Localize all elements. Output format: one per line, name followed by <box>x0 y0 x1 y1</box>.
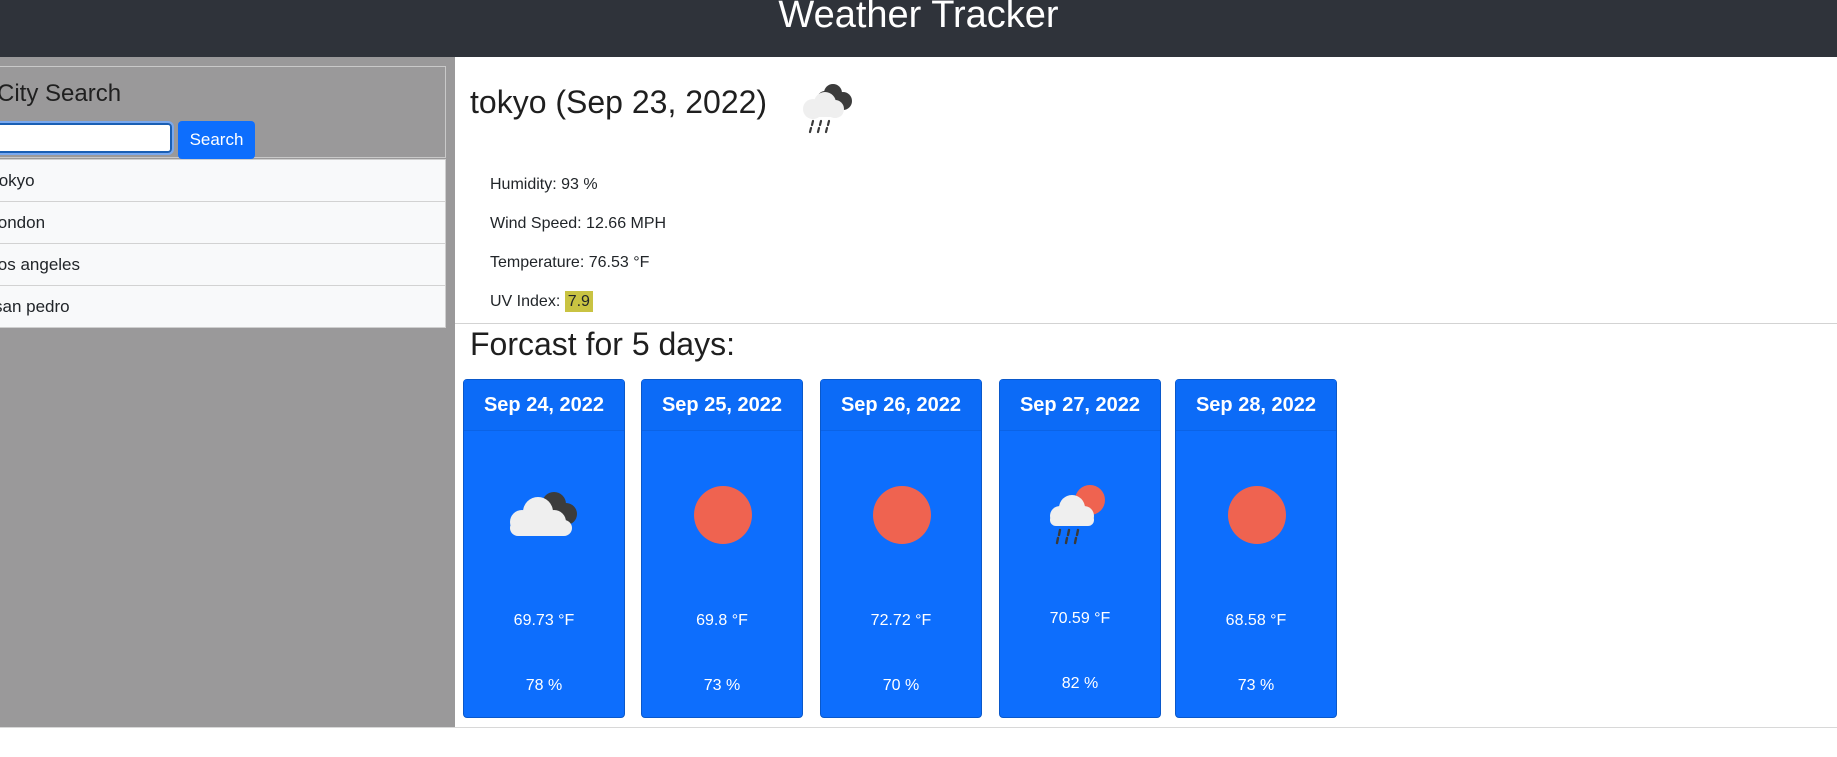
forecast-card: Sep 27, 2022 70.59 °F 82 % <box>999 379 1161 718</box>
uv-index-row: UV Index: 7.9 <box>490 291 593 312</box>
forecast-title: Forcast for 5 days: <box>470 326 735 362</box>
sun-rain-icon <box>1050 485 1105 545</box>
uv-index-badge: 7.9 <box>564 291 593 312</box>
wind-speed-text: Wind Speed: 12.66 MPH <box>490 215 667 232</box>
sun-icon <box>873 486 931 544</box>
forecast-card: Sep 26, 2022 72.72 °F 70 % <box>820 379 982 718</box>
rain-cloud-icon <box>803 84 852 134</box>
city-search-input[interactable] <box>0 121 174 155</box>
forecast-date: Sep 26, 2022 <box>821 380 981 431</box>
forecast-temperature: 72.72 °F <box>870 612 932 629</box>
history-item-tokyo[interactable]: tokyo <box>0 160 445 202</box>
app-title: Weather Tracker <box>778 0 1059 36</box>
forecast-date: Sep 24, 2022 <box>464 380 624 431</box>
search-history-list: tokyo london los angeles san pedro <box>0 159 446 328</box>
forecast-humidity: 73 % <box>703 677 741 694</box>
forecast-humidity: 73 % <box>1237 677 1275 694</box>
forecast-temperature: 70.59 °F <box>1049 610 1111 627</box>
sun-icon <box>694 486 752 544</box>
forecast-card: Sep 28, 2022 68.58 °F 73 % <box>1175 379 1337 718</box>
history-item-san-pedro[interactable]: san pedro <box>0 286 445 327</box>
history-item-london[interactable]: london <box>0 202 445 244</box>
forecast-humidity: 78 % <box>525 677 563 694</box>
forecast-card: Sep 24, 2022 69.73 °F 78 % <box>463 379 625 718</box>
current-city-title: tokyo (Sep 23, 2022) <box>470 84 768 120</box>
forecast-card: Sep 25, 2022 69.8 °F 73 % <box>641 379 803 718</box>
forecast-humidity: 82 % <box>1061 675 1099 692</box>
temperature-text: Temperature: 76.53 °F <box>490 254 650 271</box>
forecast-date: Sep 25, 2022 <box>642 380 802 431</box>
page-divider <box>0 727 1837 728</box>
history-item-los-angeles[interactable]: los angeles <box>0 244 445 286</box>
search-button[interactable]: Search <box>178 121 255 159</box>
forecast-humidity: 70 % <box>882 677 920 694</box>
sidebar: City Search Search tokyo london los ange… <box>0 57 455 728</box>
sun-icon <box>1228 486 1286 544</box>
forecast-temperature: 68.58 °F <box>1225 612 1287 629</box>
uv-index-label: UV Index: <box>490 293 565 310</box>
forecast-date: Sep 28, 2022 <box>1176 380 1336 431</box>
humidity-text: Humidity: 93 % <box>490 176 598 193</box>
current-weather-panel: tokyo (Sep 23, 2022) Humidity: 93 % Wind… <box>455 57 1837 324</box>
forecast-temperature: 69.73 °F <box>513 612 575 629</box>
city-search-heading: City Search <box>0 80 122 107</box>
forecast-temperature: 69.8 °F <box>696 612 748 629</box>
forecast-date: Sep 27, 2022 <box>1000 380 1160 431</box>
navbar: Weather Tracker <box>0 0 1837 57</box>
cloudy-icon <box>510 492 577 536</box>
city-search-panel: City Search Search <box>0 66 446 159</box>
